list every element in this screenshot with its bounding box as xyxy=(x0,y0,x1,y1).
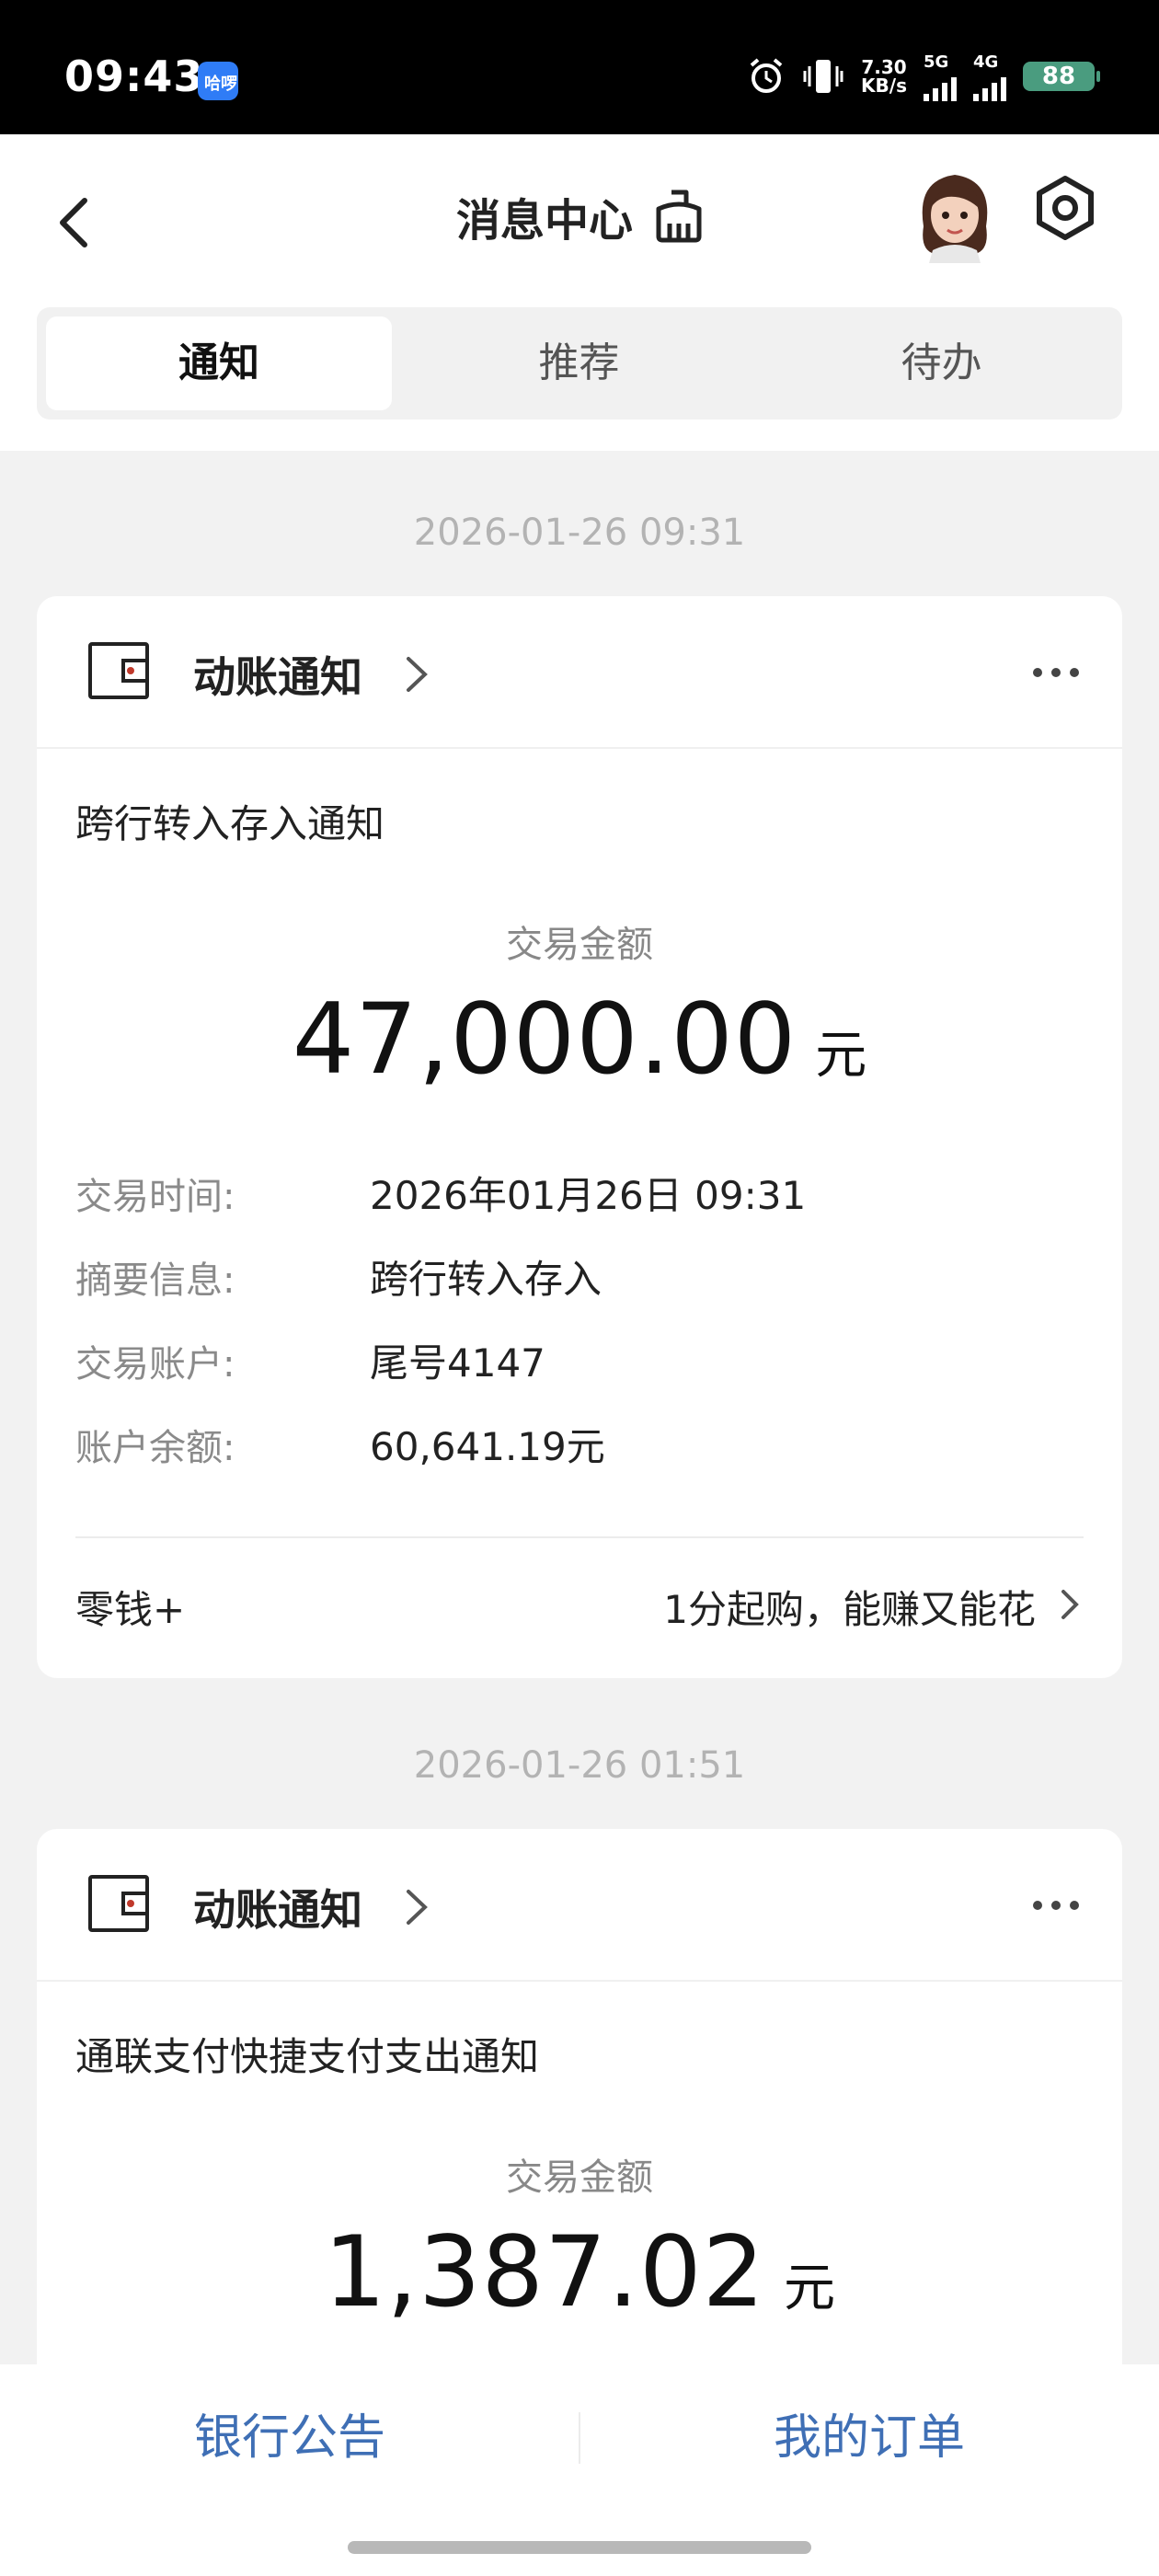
message-card[interactable]: 动账通知 通联支付快捷支付支出通知 交易金额 1,387.02 元 xyxy=(37,1829,1122,2418)
signal-bars-2-icon xyxy=(973,72,1006,101)
tab-todo[interactable]: 待办 xyxy=(761,307,1122,420)
detail-value: 60,641.19元 xyxy=(370,1424,605,1469)
tab-bar: 通知 推荐 待办 xyxy=(37,307,1122,420)
card-divider xyxy=(75,1536,1084,1538)
vibrate-icon xyxy=(803,60,843,93)
message-card[interactable]: 动账通知 跨行转入存入通知 交易金额 47,000.00 元 交易时间: 2026… xyxy=(37,596,1122,1678)
message-timestamp: 2026-01-26 09:31 xyxy=(413,512,746,554)
detail-value: 跨行转入存入 xyxy=(370,1257,602,1302)
amount-row: 1,387.02 元 xyxy=(37,2215,1122,2329)
detail-label: 账户余额: xyxy=(75,1427,235,1469)
card-header[interactable]: 动账通知 xyxy=(37,596,1122,749)
network-type-1: 5G xyxy=(924,52,949,72)
alarm-icon xyxy=(750,58,783,93)
amount-label: 交易金额 xyxy=(506,924,653,966)
status-indicators: 7.30 KB/s 5G 4G 88 xyxy=(747,52,1100,101)
amount-unit: 元 xyxy=(784,2259,836,2318)
app-notification-badge: 哈啰 xyxy=(198,62,238,100)
broom-clean-icon[interactable] xyxy=(649,187,708,246)
transaction-amount: 47,000.00 xyxy=(292,983,798,1096)
chevron-right-icon xyxy=(407,657,428,692)
detail-value: 尾号4147 xyxy=(370,1340,545,1386)
network-type-2: 4G xyxy=(973,52,999,72)
battery-indicator: 88 xyxy=(1023,62,1100,91)
transaction-amount: 1,387.02 xyxy=(323,2215,766,2329)
settings-button[interactable] xyxy=(1028,171,1102,245)
bank-announcements-button[interactable]: 银行公告 xyxy=(0,2364,580,2512)
network-speed: 7.30 KB/s xyxy=(861,58,907,95)
settings-hexagon-icon xyxy=(1037,176,1094,240)
home-indicator[interactable] xyxy=(348,2541,811,2554)
detail-value: 2026年01月26日 09:31 xyxy=(370,1173,807,1218)
page-title: 消息中心 xyxy=(456,195,634,247)
promo-product[interactable]: 零钱+ xyxy=(75,1579,185,1635)
wallet-icon xyxy=(88,1875,149,1932)
signal-bars-1-icon xyxy=(924,72,957,101)
status-time: 09:43 xyxy=(64,52,204,101)
chevron-right-icon xyxy=(407,1890,428,1925)
wallet-icon xyxy=(88,642,149,699)
network-speed-unit: KB/s xyxy=(861,75,907,97)
back-chevron-icon xyxy=(60,198,87,247)
card-category: 动账通知 xyxy=(193,1885,362,1935)
message-timestamp: 2026-01-26 01:51 xyxy=(413,1744,746,1787)
message-subject: 跨行转入存入通知 xyxy=(75,801,385,846)
app-badge-text: 哈啰 xyxy=(204,75,237,94)
amount-label: 交易金额 xyxy=(506,2156,653,2199)
card-header[interactable]: 动账通知 xyxy=(37,1829,1122,1982)
title-group: 消息中心 xyxy=(456,184,708,248)
amount-row: 47,000.00 元 xyxy=(37,983,1122,1096)
assistant-avatar[interactable] xyxy=(911,162,999,263)
promo-link[interactable]: 1分起购，能赚又能花 xyxy=(663,1579,1036,1635)
network-speed-value: 7.30 xyxy=(861,56,907,78)
status-bar: 09:43 哈啰 7.30 KB/s 5G 4G 88 xyxy=(0,0,1159,134)
detail-label: 摘要信息: xyxy=(75,1259,235,1302)
detail-label: 交易账户: xyxy=(75,1343,235,1386)
chevron-right-icon[interactable] xyxy=(1056,1584,1084,1625)
header: 消息中心 通知 推荐 待办 xyxy=(0,134,1159,451)
more-options-icon[interactable] xyxy=(1028,1892,1084,1919)
my-orders-button[interactable]: 我的订单 xyxy=(580,2364,1159,2512)
message-subject: 通联支付快捷支付支出通知 xyxy=(75,2034,540,2079)
tab-recommended[interactable]: 推荐 xyxy=(398,307,760,420)
bottom-bar: 银行公告 我的订单 xyxy=(0,2364,1159,2576)
back-button[interactable] xyxy=(46,186,101,259)
card-category: 动账通知 xyxy=(193,652,362,702)
detail-label: 交易时间: xyxy=(75,1176,235,1218)
tab-notifications[interactable]: 通知 xyxy=(46,316,392,410)
amount-unit: 元 xyxy=(815,1026,867,1086)
more-options-icon[interactable] xyxy=(1028,659,1084,686)
